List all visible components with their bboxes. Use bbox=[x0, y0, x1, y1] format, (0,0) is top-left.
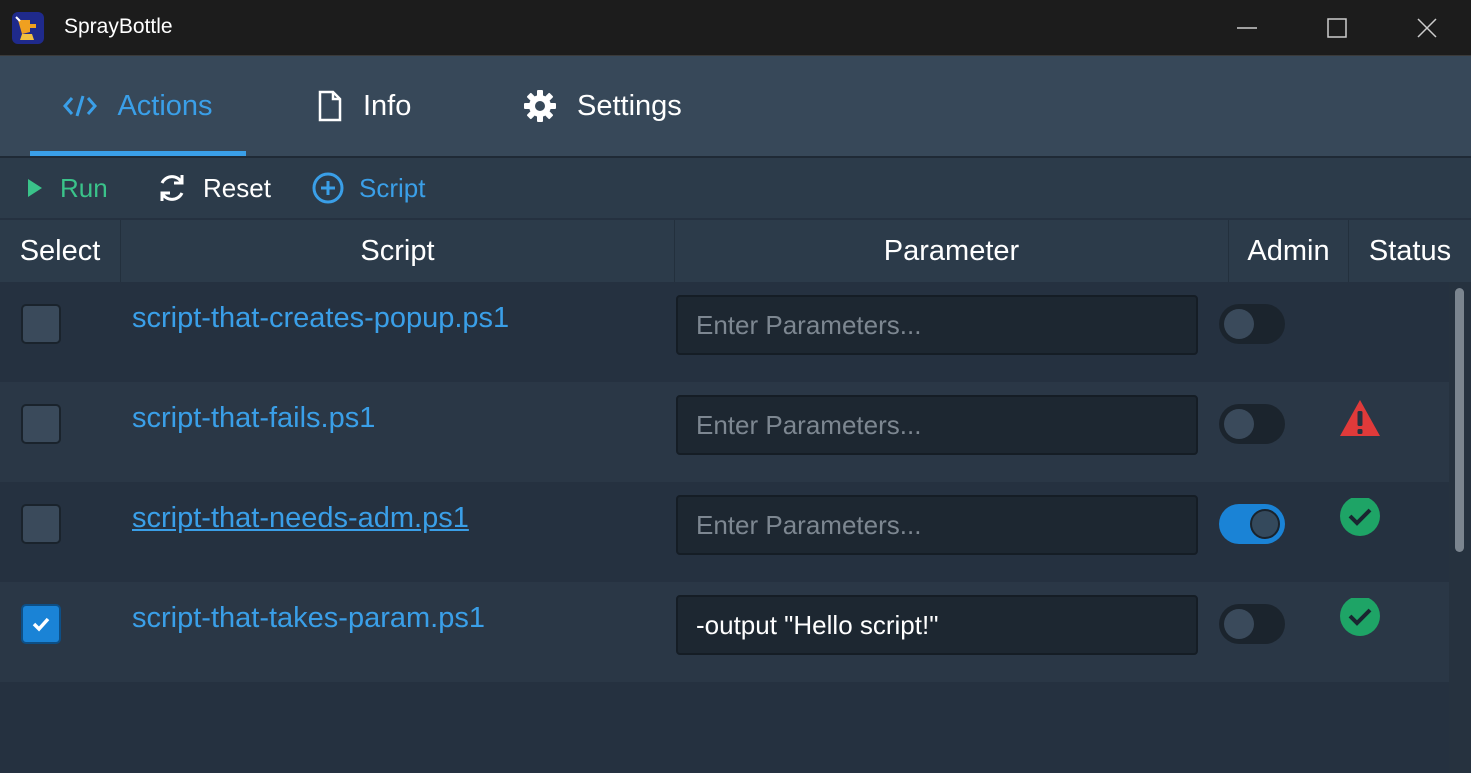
vertical-scrollbar[interactable] bbox=[1449, 282, 1471, 773]
header-parameter[interactable]: Parameter bbox=[675, 220, 1229, 282]
check-circle-icon bbox=[1340, 498, 1380, 536]
header-script[interactable]: Script bbox=[121, 220, 675, 282]
tab-actions[interactable]: Actions bbox=[30, 56, 246, 156]
admin-toggle[interactable] bbox=[1219, 404, 1285, 444]
table-row: script-that-creates-popup.ps1 bbox=[0, 282, 1449, 382]
play-icon bbox=[24, 176, 46, 200]
table-header: Select Script Parameter Admin Status bbox=[0, 220, 1471, 282]
tab-actions-label: Actions bbox=[117, 89, 213, 122]
admin-toggle[interactable] bbox=[1219, 304, 1285, 344]
check-circle-icon bbox=[1340, 598, 1380, 636]
select-checkbox[interactable] bbox=[21, 304, 61, 344]
checkmark-icon bbox=[32, 617, 50, 632]
select-checkbox[interactable] bbox=[21, 604, 61, 644]
select-checkbox[interactable] bbox=[21, 504, 61, 544]
tab-info[interactable]: Info bbox=[317, 56, 411, 156]
table-row: script-that-fails.ps1 bbox=[0, 382, 1449, 482]
maximize-button[interactable] bbox=[1292, 0, 1382, 55]
tab-settings[interactable]: Settings bbox=[523, 56, 682, 156]
script-link[interactable]: script-that-fails.ps1 bbox=[132, 402, 375, 435]
tab-settings-label: Settings bbox=[577, 89, 682, 122]
table-row: script-that-takes-param.ps1 bbox=[0, 582, 1449, 682]
add-script-label: Script bbox=[359, 172, 426, 203]
parameter-input[interactable] bbox=[676, 295, 1198, 355]
spray-bottle-app-icon bbox=[12, 12, 44, 44]
minimize-button[interactable] bbox=[1202, 0, 1292, 55]
code-icon bbox=[63, 93, 98, 119]
run-label: Run bbox=[60, 172, 108, 203]
admin-toggle[interactable] bbox=[1219, 504, 1285, 544]
scroll-thumb[interactable] bbox=[1455, 288, 1464, 552]
parameter-input[interactable] bbox=[676, 395, 1198, 455]
run-button[interactable]: Run bbox=[24, 158, 108, 218]
close-icon bbox=[1417, 17, 1437, 38]
reset-label: Reset bbox=[203, 172, 271, 203]
app-title: SprayBottle bbox=[64, 15, 173, 38]
parameter-input[interactable] bbox=[676, 595, 1198, 655]
header-status[interactable]: Status bbox=[1349, 220, 1471, 282]
script-link[interactable]: script-that-takes-param.ps1 bbox=[132, 602, 485, 635]
header-select[interactable]: Select bbox=[0, 220, 121, 282]
document-icon bbox=[317, 90, 343, 122]
header-admin[interactable]: Admin bbox=[1229, 220, 1349, 282]
script-link[interactable]: script-that-needs-adm.ps1 bbox=[132, 502, 469, 535]
script-link[interactable]: script-that-creates-popup.ps1 bbox=[132, 302, 509, 335]
warning-icon bbox=[1340, 400, 1380, 436]
refresh-icon bbox=[155, 171, 189, 205]
add-circle-icon bbox=[311, 171, 345, 205]
maximize-icon bbox=[1327, 17, 1347, 38]
table-empty-area bbox=[0, 682, 1449, 773]
reset-button[interactable]: Reset bbox=[155, 158, 271, 218]
toolbar: Run Reset Script bbox=[0, 158, 1471, 218]
table-row: script-that-needs-adm.ps1 bbox=[0, 482, 1449, 582]
minimize-icon bbox=[1237, 26, 1257, 29]
tab-info-label: Info bbox=[363, 89, 412, 122]
select-checkbox[interactable] bbox=[21, 404, 61, 444]
gear-icon bbox=[523, 89, 557, 123]
title-bar: SprayBottle bbox=[0, 0, 1471, 56]
admin-toggle[interactable] bbox=[1219, 604, 1285, 644]
close-button[interactable] bbox=[1382, 0, 1471, 55]
parameter-input[interactable] bbox=[676, 495, 1198, 555]
add-script-button[interactable]: Script bbox=[311, 158, 425, 218]
tab-bar: Actions Info Settings bbox=[0, 56, 1471, 156]
